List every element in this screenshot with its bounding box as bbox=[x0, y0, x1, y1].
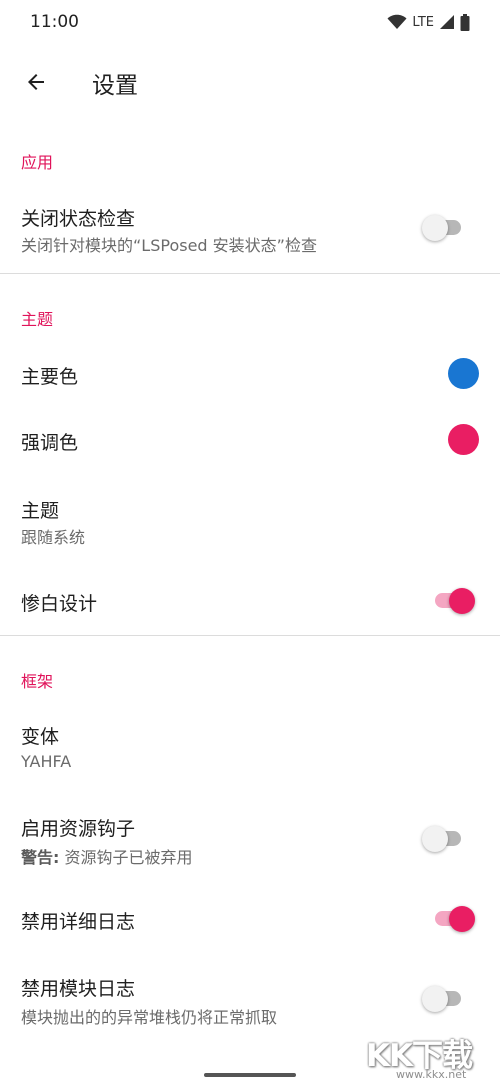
warning-prefix: 警告: bbox=[21, 848, 60, 867]
pref-summary: 关闭针对模块的“LSPosed 安装状态”检查 bbox=[21, 236, 317, 255]
status-bar: 11:00 LTE bbox=[0, 0, 500, 46]
switch-thumb bbox=[422, 986, 448, 1012]
page-title: 设置 bbox=[92, 73, 138, 99]
cellular-signal-icon bbox=[440, 15, 454, 29]
pref-title: 启用资源钩子 bbox=[21, 818, 136, 840]
status-icons: LTE bbox=[387, 12, 470, 32]
pref-summary: 跟随系统 bbox=[21, 528, 86, 547]
accent-color-swatch bbox=[448, 424, 479, 455]
arrow-back-icon bbox=[28, 74, 44, 90]
pref-summary: 警告: 资源钩子已被弃用 bbox=[21, 844, 193, 868]
pref-title: 主要色 bbox=[21, 366, 79, 388]
switch-thumb bbox=[422, 826, 448, 852]
pref-title: 禁用详细日志 bbox=[21, 911, 136, 933]
resource-hook-switch[interactable] bbox=[422, 826, 466, 852]
pref-title: 变体 bbox=[21, 726, 60, 748]
gesture-nav-handle[interactable] bbox=[204, 1073, 296, 1077]
section-divider bbox=[0, 635, 500, 636]
pref-title: 惨白设计 bbox=[21, 593, 98, 615]
pref-pure-black[interactable]: 惨白设计 bbox=[0, 570, 500, 634]
status-time: 11:00 bbox=[30, 12, 79, 32]
section-divider bbox=[0, 273, 500, 274]
switch-thumb bbox=[422, 215, 448, 241]
wifi-icon bbox=[387, 14, 407, 29]
disable-module-log-switch[interactable] bbox=[422, 986, 466, 1012]
disable-verify-switch[interactable] bbox=[422, 215, 466, 241]
pref-variant[interactable]: 变体 YAHFA bbox=[0, 712, 500, 788]
disable-verbose-log-switch[interactable] bbox=[432, 906, 476, 932]
primary-color-swatch bbox=[448, 358, 479, 389]
pref-title: 主题 bbox=[21, 500, 60, 522]
network-type-label: LTE bbox=[412, 14, 434, 30]
pref-theme-mode[interactable]: 主题 跟随系统 bbox=[0, 486, 500, 562]
category-header-framework: 框架 bbox=[21, 672, 54, 691]
pref-summary: YAHFA bbox=[21, 752, 72, 771]
category-header-theme: 主题 bbox=[21, 310, 54, 329]
pref-summary: 模块抛出的的异常堆栈仍将正常抓取 bbox=[21, 1008, 278, 1027]
watermark-url: www.kkx.net bbox=[396, 1068, 467, 1081]
pref-title: 强调色 bbox=[21, 432, 79, 454]
pref-primary-color[interactable]: 主要色 bbox=[0, 342, 500, 406]
pref-disable-verbose-log[interactable]: 禁用详细日志 bbox=[0, 888, 500, 952]
watermark: KK下载 www.kkx.net bbox=[360, 1030, 500, 1083]
battery-icon bbox=[460, 13, 470, 31]
pref-title: 禁用模块日志 bbox=[21, 978, 136, 1000]
pref-accent-color[interactable]: 强调色 bbox=[0, 408, 500, 472]
back-button[interactable] bbox=[14, 60, 58, 104]
pref-resource-hook[interactable]: 启用资源钩子 警告: 资源钩子已被弃用 bbox=[0, 804, 500, 880]
switch-thumb bbox=[449, 588, 475, 614]
warning-text: 资源钩子已被弃用 bbox=[59, 848, 193, 867]
switch-thumb bbox=[449, 906, 475, 932]
app-bar: 设置 bbox=[0, 56, 500, 108]
pref-title: 关闭状态检查 bbox=[21, 208, 136, 230]
category-header-app: 应用 bbox=[21, 153, 54, 172]
pref-disable-verify[interactable]: 关闭状态检查 关闭针对模块的“LSPosed 安装状态”检查 bbox=[0, 192, 500, 270]
pure-black-switch[interactable] bbox=[432, 588, 476, 614]
